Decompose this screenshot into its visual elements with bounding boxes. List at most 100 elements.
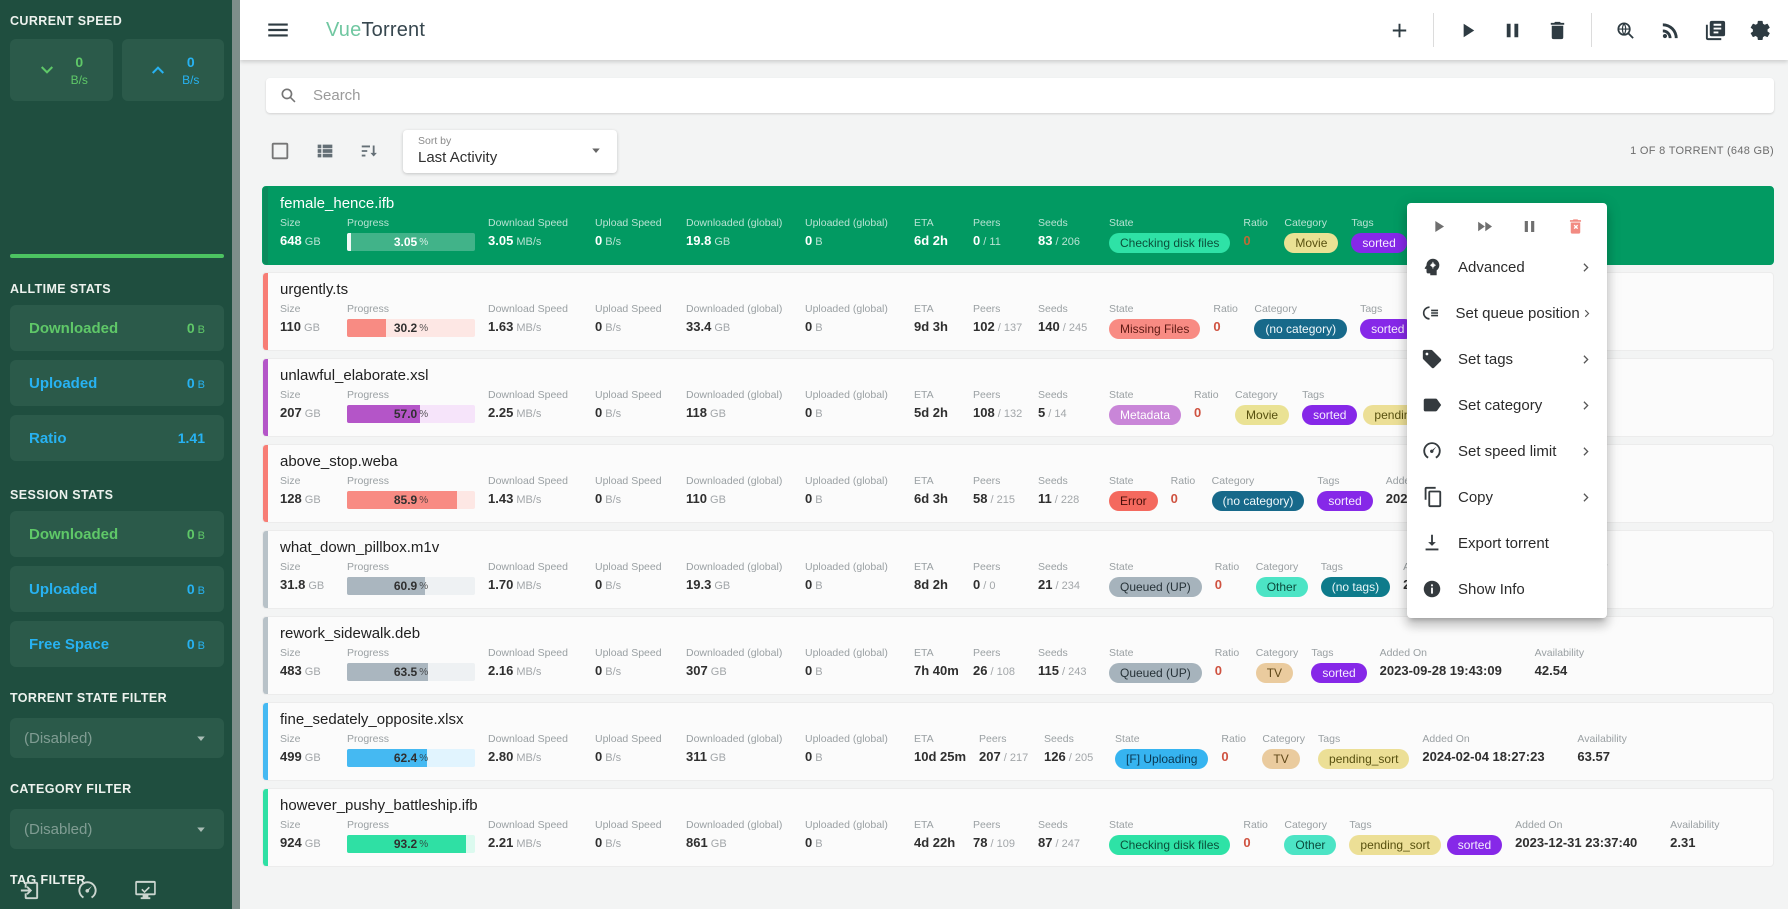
tag-chip[interactable]: sorted (1302, 405, 1357, 425)
column-label: Size (280, 647, 334, 659)
uploaded-global-field: Uploaded (global)0 B (805, 389, 901, 420)
download-speed-card[interactable]: 0 B/s (10, 39, 113, 101)
state-chip[interactable]: Queued (UP) (1109, 577, 1202, 597)
info-icon (1421, 578, 1443, 600)
category-chip[interactable]: Movie (1284, 233, 1338, 253)
category-chip[interactable]: Movie (1235, 405, 1289, 425)
state-chip[interactable]: [F] Uploading (1115, 749, 1208, 769)
add-torrent-icon[interactable] (1388, 19, 1411, 42)
torrent-row[interactable]: however_pushy_battleship.ifbSize924 GBPr… (262, 788, 1774, 867)
context-menu-item-set-tags[interactable]: Set tags (1407, 336, 1607, 382)
column-label: State (1109, 389, 1181, 401)
column-label: Download Speed (488, 819, 582, 831)
force-resume-icon[interactable] (1475, 217, 1494, 236)
monitor-check-icon[interactable] (134, 879, 157, 902)
field-unit: MB/s (513, 408, 541, 420)
delete-icon[interactable] (1566, 217, 1585, 236)
download-speed-field: Download Speed2.25 MB/s (488, 389, 582, 420)
select-all-checkbox[interactable] (269, 140, 291, 162)
delete-icon[interactable] (1546, 19, 1569, 42)
upload-speed-card[interactable]: 0 B/s (122, 39, 225, 101)
tag-chip[interactable]: sorted (1447, 835, 1502, 855)
field-unit: MB/s (513, 494, 541, 506)
stat-card-ratio[interactable]: Ratio1.41 (10, 415, 224, 461)
settings-icon[interactable] (192, 879, 215, 902)
state-chip[interactable]: Error (1109, 491, 1158, 511)
state-chip[interactable]: Missing Files (1109, 319, 1200, 339)
tag-chip[interactable]: pending_sort (1318, 749, 1409, 769)
field-unit: B (812, 752, 822, 764)
sort-dropdown[interactable]: Sort by Last Activity (403, 130, 617, 173)
category-chip[interactable]: (no category) (1212, 491, 1305, 511)
context-menu-item-export-torrent[interactable]: Export torrent (1407, 520, 1607, 566)
pause-icon[interactable] (1520, 217, 1539, 236)
availability-field: Availability2.31 (1670, 819, 1719, 850)
stat-card-downloaded[interactable]: Downloaded0B (10, 511, 224, 557)
field-value: 2.21 MB/s (488, 835, 582, 850)
pause-all-icon[interactable] (1501, 19, 1524, 42)
gauge-icon[interactable] (76, 879, 99, 902)
menu-icon[interactable] (265, 17, 291, 43)
column-label: Seeds (1038, 389, 1096, 401)
progress-suffix: % (419, 667, 428, 678)
field-unit: B (812, 494, 822, 506)
context-menu-item-set-category[interactable]: Set category (1407, 382, 1607, 428)
context-menu-item-set-speed-limit[interactable]: Set speed limit (1407, 428, 1607, 474)
stat-card-free-space[interactable]: Free Space0B (10, 621, 224, 667)
field-value: 2.25 MB/s (488, 405, 582, 420)
search-engine-icon[interactable] (1614, 19, 1637, 42)
context-menu-item-advanced[interactable]: Advanced (1407, 244, 1607, 290)
stat-card-uploaded[interactable]: Uploaded0B (10, 360, 224, 406)
tag-chip[interactable]: sorted (1311, 663, 1366, 683)
resume-icon[interactable] (1429, 217, 1448, 236)
state-chip[interactable]: Queued (UP) (1109, 663, 1202, 683)
field-unit: / 247 (1052, 838, 1080, 850)
search-input[interactable] (311, 86, 1761, 105)
category-chip[interactable]: Other (1256, 577, 1308, 597)
upload-speed-field: Upload Speed0 B/s (595, 217, 673, 248)
sort-order-icon[interactable] (359, 140, 381, 162)
stat-card-uploaded[interactable]: Uploaded0B (10, 566, 224, 612)
tag-chip[interactable]: sorted (1351, 233, 1406, 253)
tag-chip[interactable]: pending_sort (1349, 835, 1440, 855)
context-menu-item-label: Export torrent (1458, 535, 1593, 552)
copy-icon (1421, 486, 1443, 508)
filter-select[interactable]: (Disabled) (10, 718, 224, 758)
progress-field: Progress85.9% (347, 475, 475, 509)
log-icon[interactable] (1704, 19, 1727, 42)
stat-card-downloaded[interactable]: Downloaded0B (10, 305, 224, 351)
tag-chip[interactable]: sorted (1317, 491, 1372, 511)
field-value: 110 GB (280, 319, 334, 334)
progress-bar: 60.9% (347, 577, 475, 595)
progress-bar: 62.4% (347, 749, 475, 767)
category-chip[interactable]: TV (1256, 663, 1293, 683)
state-chip[interactable]: Checking disk files (1109, 835, 1230, 855)
field-value: 5 / 14 (1038, 405, 1096, 420)
category-chip[interactable]: TV (1262, 749, 1299, 769)
view-list-icon[interactable] (314, 140, 336, 162)
context-menu-item-copy[interactable]: Copy (1407, 474, 1607, 520)
download-speed-field: Download Speed2.80 MB/s (488, 733, 582, 764)
field-unit: B/s (602, 666, 621, 678)
progress-field: Progress57.0% (347, 389, 475, 423)
settings-icon[interactable] (1749, 19, 1772, 42)
tag-chip[interactable]: (no tags) (1321, 577, 1390, 597)
context-menu-item-set-queue-position[interactable]: Set queue position (1407, 290, 1607, 336)
context-menu-item-show-info[interactable]: Show Info (1407, 566, 1607, 612)
torrent-row[interactable]: rework_sidewalk.debSize483 GBProgress63.… (262, 616, 1774, 695)
filter-select[interactable]: (Disabled) (10, 809, 224, 849)
column-label: State (1109, 647, 1202, 659)
state-chip[interactable]: Metadata (1109, 405, 1181, 425)
sidebar-scrollbar[interactable] (232, 0, 240, 909)
filter-title: CATEGORY FILTER (10, 782, 224, 796)
ratio-field: Ratio0 (1243, 217, 1271, 248)
category-chip[interactable]: (no category) (1254, 319, 1347, 339)
resume-all-icon[interactable] (1456, 19, 1479, 42)
torrent-row[interactable]: fine_sedately_opposite.xlsxSize499 GBPro… (262, 702, 1774, 781)
category-chip[interactable]: Other (1284, 835, 1336, 855)
field-unit: / 243 (1059, 666, 1087, 678)
rss-icon[interactable] (1659, 19, 1682, 42)
state-chip[interactable]: Checking disk files (1109, 233, 1230, 253)
field-value: 5d 2h (914, 405, 960, 420)
logout-icon[interactable] (18, 879, 41, 902)
